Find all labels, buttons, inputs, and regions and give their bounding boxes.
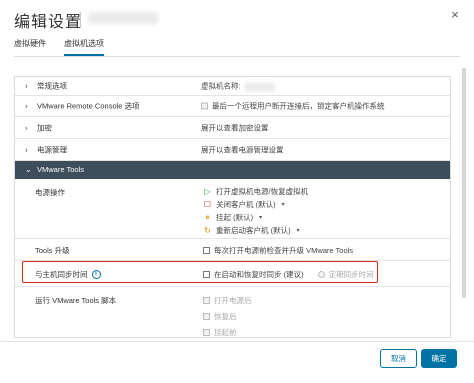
upgrade-option-label: 每次打开电源前检查并升级 VMware Tools (214, 246, 354, 255)
chevron-right-icon: › (25, 145, 28, 154)
chevron-down-icon: ▾ (296, 228, 300, 234)
tab-bar: 虚拟硬件 虚拟机选项 (14, 38, 104, 56)
power-ops-label: 电源操作 (35, 188, 65, 197)
after-resume-checkbox[interactable] (203, 313, 210, 320)
restart-icon: ↻ (204, 226, 211, 235)
vm-name-blurred-value (244, 82, 275, 92)
chevron-right-icon: › (25, 101, 28, 111)
shutdown-select[interactable]: ☐ 关闭客户机 (默认) ▾ (203, 199, 285, 210)
chevron-down-icon: ▾ (281, 202, 285, 208)
row-general-options[interactable]: › 常规选项 虚拟机名称: (15, 77, 450, 96)
cancel-button[interactable]: 取消 (380, 349, 417, 368)
row-power-operations: 电源操作 ▷ 打开虚拟机电源/恢复虚拟机 ☐ 关闭客户机 (默认) ▾ ⏸ 挂起 (默认… (15, 179, 450, 239)
row-remote-console[interactable]: › VMware Remote Console 选项 最后一个远程用户断开连接后，… (15, 96, 450, 117)
remote-console-label: VMware Remote Console 选项 (37, 101, 140, 111)
tools-upgrade-label: Tools 升级 (35, 246, 70, 255)
panel-scrollbar[interactable] (462, 68, 466, 298)
restart-label: 重新启动客户机 (默认) (216, 226, 291, 235)
tabs-divider (14, 56, 460, 57)
row-power-management[interactable]: › 电源管理 展开以查看电源管理设置 (15, 139, 450, 161)
scripts-label: 运行 VMware Tools 脚本 (35, 296, 117, 305)
general-options-value: 虚拟机名称: (201, 81, 241, 91)
stop-icon: ☐ (203, 200, 212, 209)
power-management-value: 展开以查看电源管理设置 (201, 145, 284, 154)
chevron-right-icon: › (25, 123, 28, 132)
play-icon: ▷ (204, 187, 211, 196)
footer-divider (0, 341, 474, 342)
tab-virtual-hardware[interactable]: 虚拟硬件 (14, 38, 46, 56)
row-tools-scripts: 运行 VMware Tools 脚本 打开电源后 恢复后 挂起前 (15, 287, 450, 337)
general-options-label: 常规选项 (37, 81, 67, 91)
vm-name-blurred (88, 12, 158, 24)
encryption-label: 加密 (37, 123, 52, 132)
encryption-value: 展开以查看加密设置 (201, 123, 269, 132)
shutdown-label: 关闭客户机 (默认) (216, 200, 276, 209)
after-power-on-checkbox[interactable] (203, 297, 210, 304)
suspend-select[interactable]: ⏸ 挂起 (默认) ▾ (203, 212, 263, 223)
vmware-tools-label: VMware Tools (37, 165, 84, 174)
restart-select[interactable]: ↻ 重新启动客户机 (默认) ▾ (203, 225, 300, 236)
row-tools-upgrade: Tools 升级 每次打开电源前检查并升级 VMware Tools (15, 239, 450, 261)
before-suspend-checkbox[interactable] (203, 329, 210, 336)
power-management-label: 电源管理 (37, 145, 67, 154)
lock-guest-checkbox[interactable] (201, 102, 208, 110)
before-suspend-label: 挂起前 (214, 328, 237, 337)
tab-vm-options[interactable]: 虚拟机选项 (64, 38, 104, 56)
suspend-label: 挂起 (默认) (216, 213, 254, 222)
dialog-title: 编辑设置 (14, 14, 83, 31)
close-icon[interactable]: × (448, 8, 462, 22)
row-encryption[interactable]: › 加密 展开以查看加密设置 (15, 117, 450, 139)
pause-icon: ⏸ (205, 212, 210, 222)
after-power-on-label: 打开电源后 (214, 296, 252, 305)
after-resume-label: 恢复后 (214, 312, 237, 321)
ok-button[interactable]: 确定 (421, 349, 457, 368)
chevron-down-icon: ⌄ (25, 165, 32, 174)
chevron-down-icon: ▾ (259, 215, 263, 221)
upgrade-checkbox[interactable] (203, 247, 210, 254)
power-on-label: 打开虚拟机电源/恢复虚拟机 (216, 187, 309, 196)
remote-console-value: 最后一个远程用户断开连接后，锁定客户机操作系统 (212, 101, 385, 111)
title-separator (80, 12, 81, 28)
settings-panel: › 常规选项 虚拟机名称: › VMware Remote Console 选项 最… (14, 76, 451, 338)
vmware-tools-header[interactable]: ⌄ VMware Tools (15, 161, 450, 179)
time-sync-highlight-box (22, 261, 378, 283)
chevron-right-icon: › (25, 81, 28, 91)
